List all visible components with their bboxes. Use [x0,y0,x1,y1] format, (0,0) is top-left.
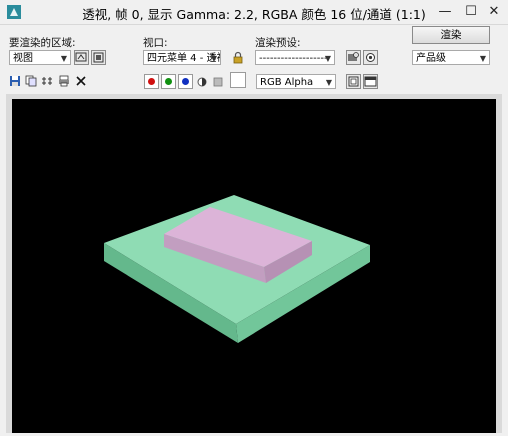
edit-region-icon [75,52,87,62]
render-setup-button[interactable] [346,50,361,65]
rendered-scene [104,195,370,343]
blue-dot-icon [182,78,189,85]
render-quality-dropdown[interactable]: 产品级 ▼ [412,50,490,65]
lock-icon [233,51,243,64]
color-swatch[interactable] [230,72,246,88]
green-channel-toggle[interactable] [161,74,176,89]
display-channel-value: RGB Alpha [260,77,314,88]
render-area-dropdown[interactable]: 视图 ▼ [9,50,71,65]
render-quality-value: 产品级 [416,53,446,64]
render-area-value: 视图 [13,53,33,64]
viewport-dropdown[interactable]: 四元菜单 4 - 透视 ▼ [143,50,221,65]
toggle-ui-button[interactable] [363,74,378,89]
toggle-ui-overlay-button[interactable] [346,74,361,89]
auto-region-icon [93,52,104,63]
render-setup-icon [348,52,359,61]
render-area-label: 要渲染的区域: [9,37,76,49]
chevron-down-icon: ▼ [479,54,486,63]
render-viewport[interactable] [12,99,496,433]
overlay-icon [348,76,359,87]
red-dot-icon [148,78,155,85]
save-icon[interactable] [9,75,21,87]
monochrome-icon[interactable] [212,76,224,88]
close-button[interactable]: ✕ [480,0,508,24]
render-preset-label: 渲染预设: [255,37,301,49]
clone-window-icon[interactable] [41,75,53,87]
render-button[interactable]: 渲染 [412,26,490,44]
clear-icon[interactable] [75,75,87,87]
edit-region-button[interactable] [74,50,89,65]
environment-button[interactable] [363,50,378,65]
blue-channel-toggle[interactable] [178,74,193,89]
window-icon [364,76,377,87]
lock-viewport-button[interactable] [231,50,245,65]
chevron-down-icon: ▼ [324,54,331,63]
print-icon[interactable] [58,75,70,87]
teapot-icon [366,53,375,62]
render-preset-dropdown[interactable]: ------------------- ▼ [255,50,335,65]
frame-buffer-toolbar [0,71,508,93]
title-bar: 透视, 帧 0, 显示 Gamma: 2.2, RGBA 颜色 16 位/通道 … [0,0,508,25]
render-preset-value: ------------------- [259,53,328,64]
green-dot-icon [165,78,172,85]
copy-icon[interactable] [25,75,37,87]
red-channel-toggle[interactable] [144,74,159,89]
chevron-down-icon: ▼ [210,54,217,63]
display-channel-dropdown[interactable]: RGB Alpha ▼ [256,74,336,89]
viewport-label: 视口: [143,37,168,49]
chevron-down-icon: ▼ [325,78,332,87]
chevron-down-icon: ▼ [60,54,67,63]
alpha-channel-icon[interactable] [196,76,208,88]
auto-region-button[interactable] [91,50,106,65]
